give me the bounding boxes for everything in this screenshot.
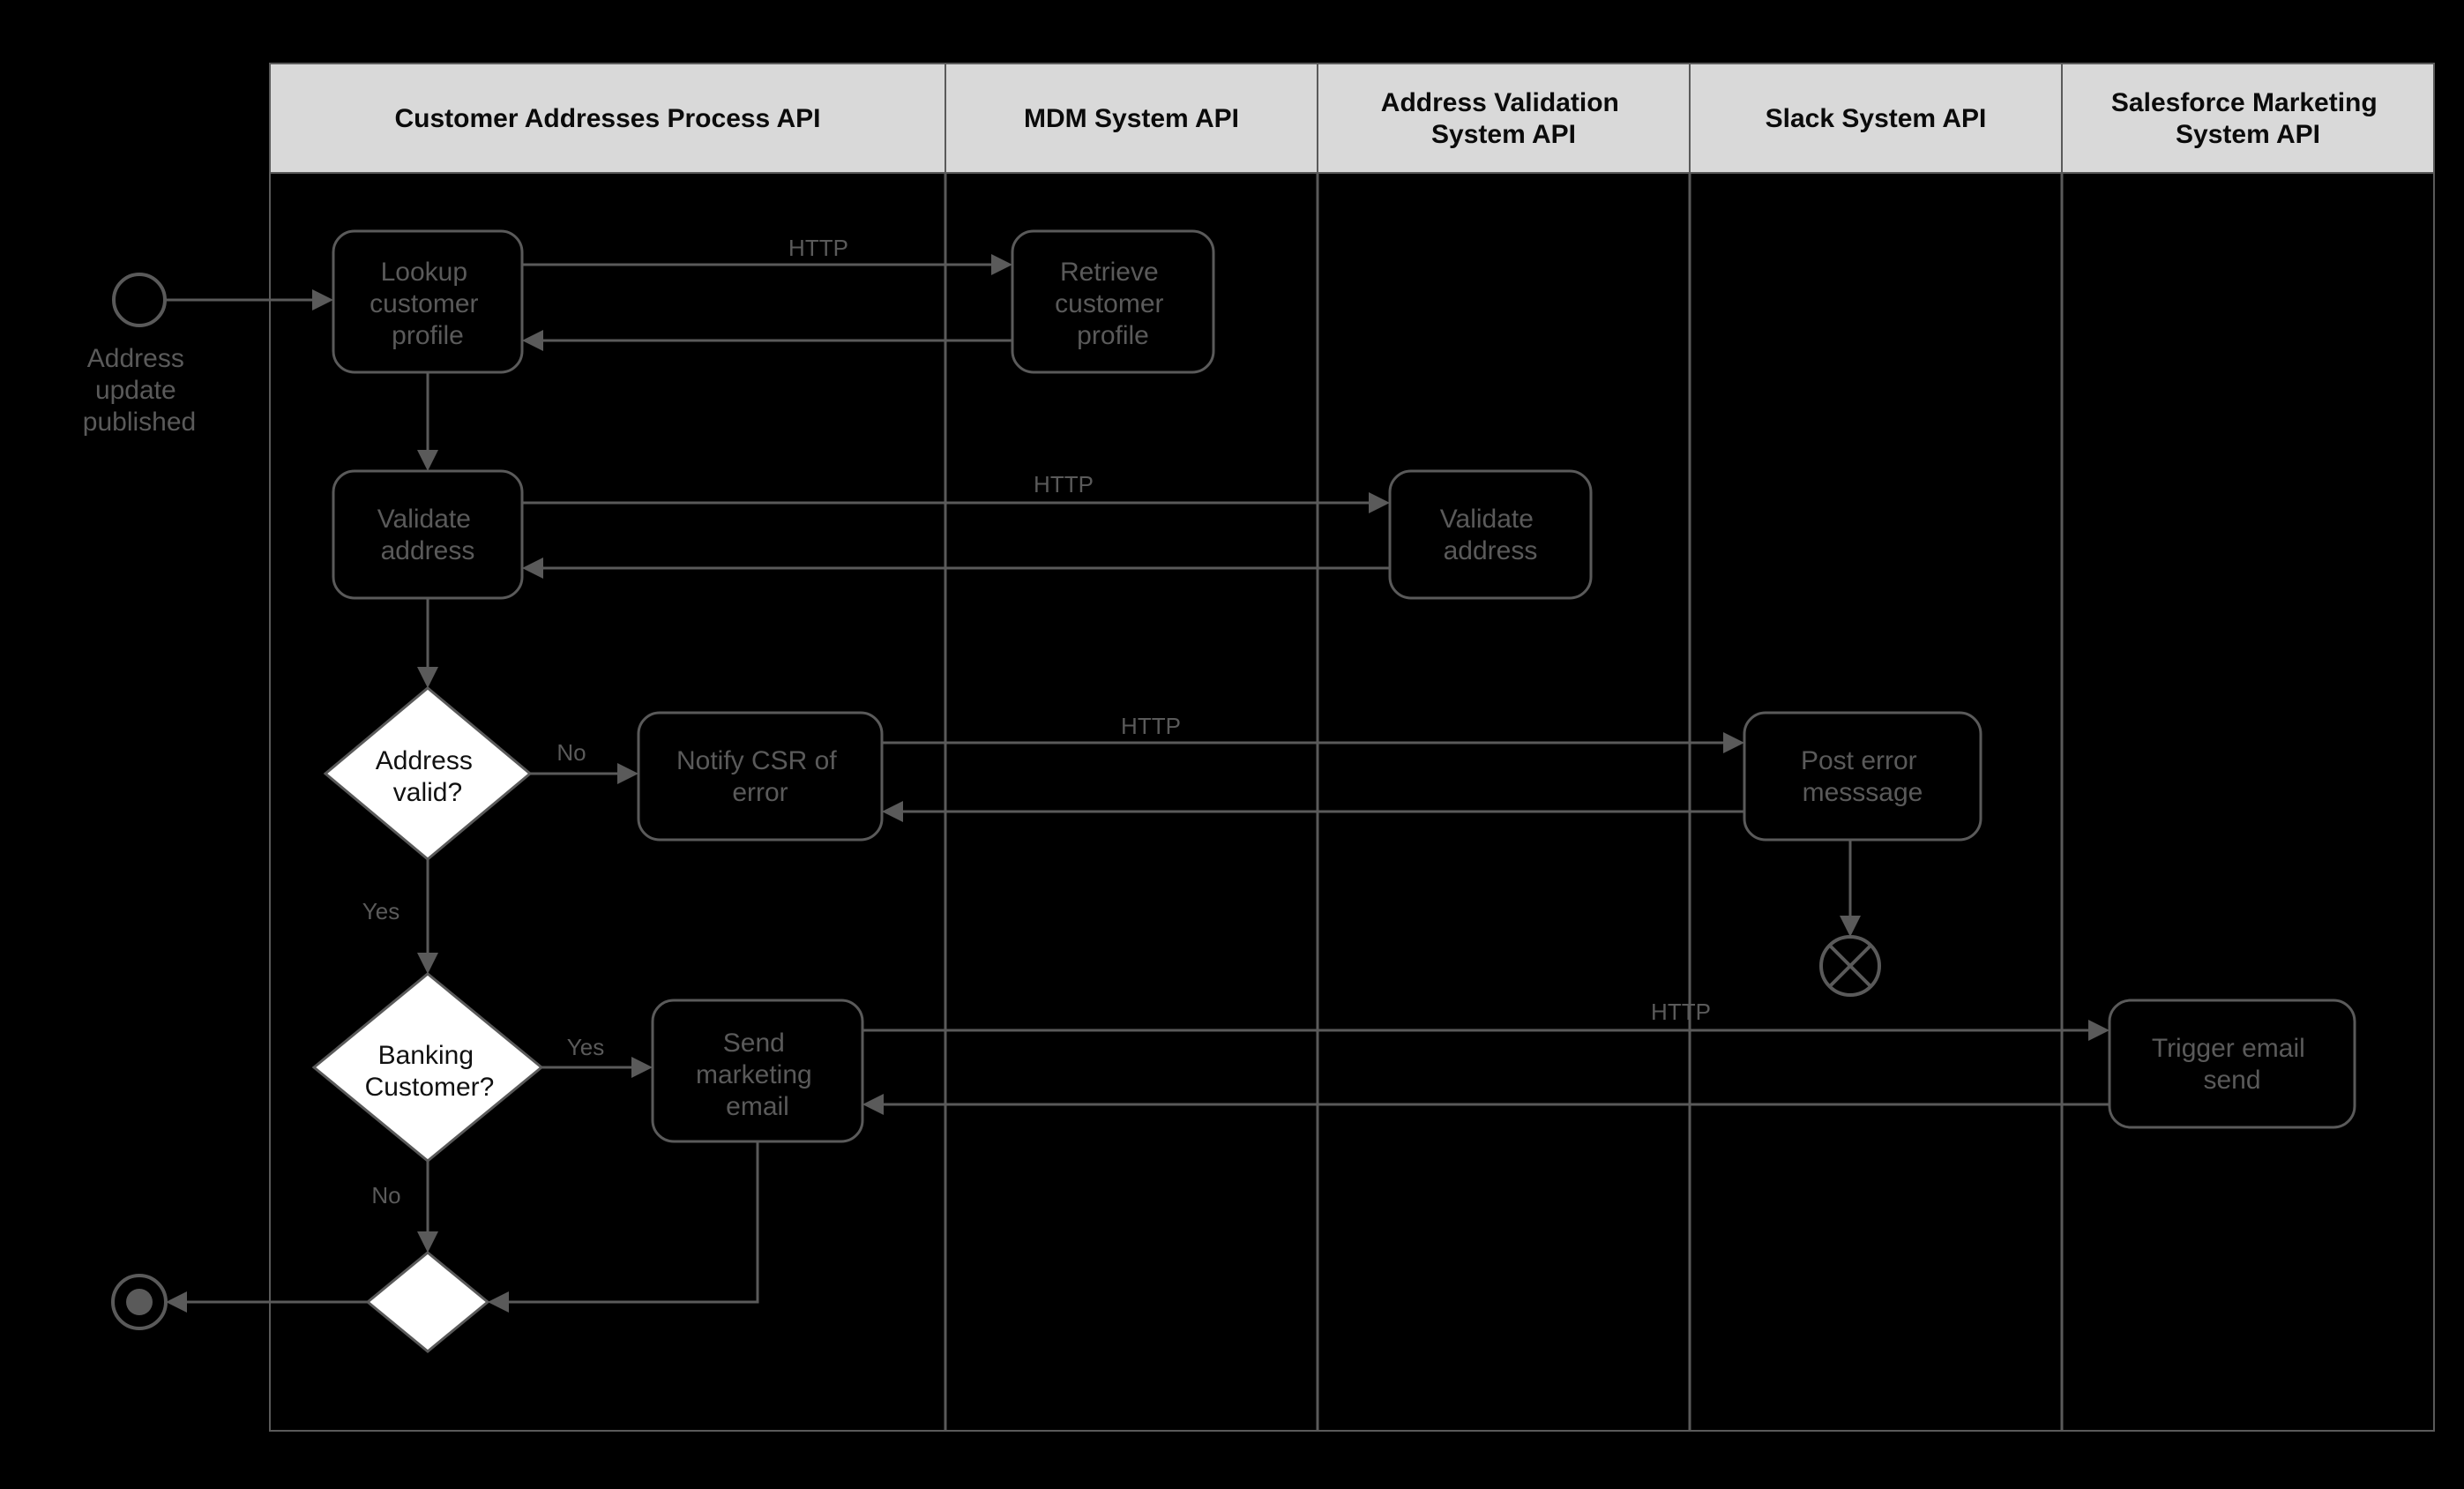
edge-yes-label: Yes (362, 898, 399, 924)
node-notify: Notify CSR of error (638, 713, 882, 840)
node-lookup: Lookup customer profile (333, 231, 522, 372)
edge-no-label: No (556, 739, 586, 766)
node-validate2: Validate address (1390, 471, 1591, 598)
lane4-title: Slack System API (1766, 104, 1987, 133)
edge-banking-yes-label: Yes (567, 1034, 604, 1060)
edge-validate-out-label: HTTP (1034, 471, 1094, 498)
activity-diagram: Customer Addresses Process API MDM Syste… (0, 0, 2464, 1489)
lane1-title: Customer Addresses Process API (395, 104, 821, 133)
end-event (113, 1276, 166, 1328)
node-post-error: Post error messsage (1744, 713, 1981, 840)
start-event-label: Address update published (83, 344, 196, 437)
node-send-email: Send marketing email (653, 1000, 862, 1141)
swimlane-frame: Customer Addresses Process API MDM Syste… (270, 64, 2434, 1431)
edge-lookup-retrieve-label: HTTP (788, 235, 848, 261)
error-end-event (1821, 937, 1879, 995)
node-validate1: Validate address (333, 471, 522, 598)
edge-notify-posterr-label: HTTP (1121, 713, 1181, 739)
node-trigger: Trigger email send (2109, 1000, 2355, 1127)
edge-send-trigger-label: HTTP (1651, 999, 1711, 1025)
node-retrieve: Retrieve customer profile (1012, 231, 1213, 372)
edge-banking-no-label: No (371, 1182, 400, 1208)
lane2-title: MDM System API (1024, 104, 1239, 133)
